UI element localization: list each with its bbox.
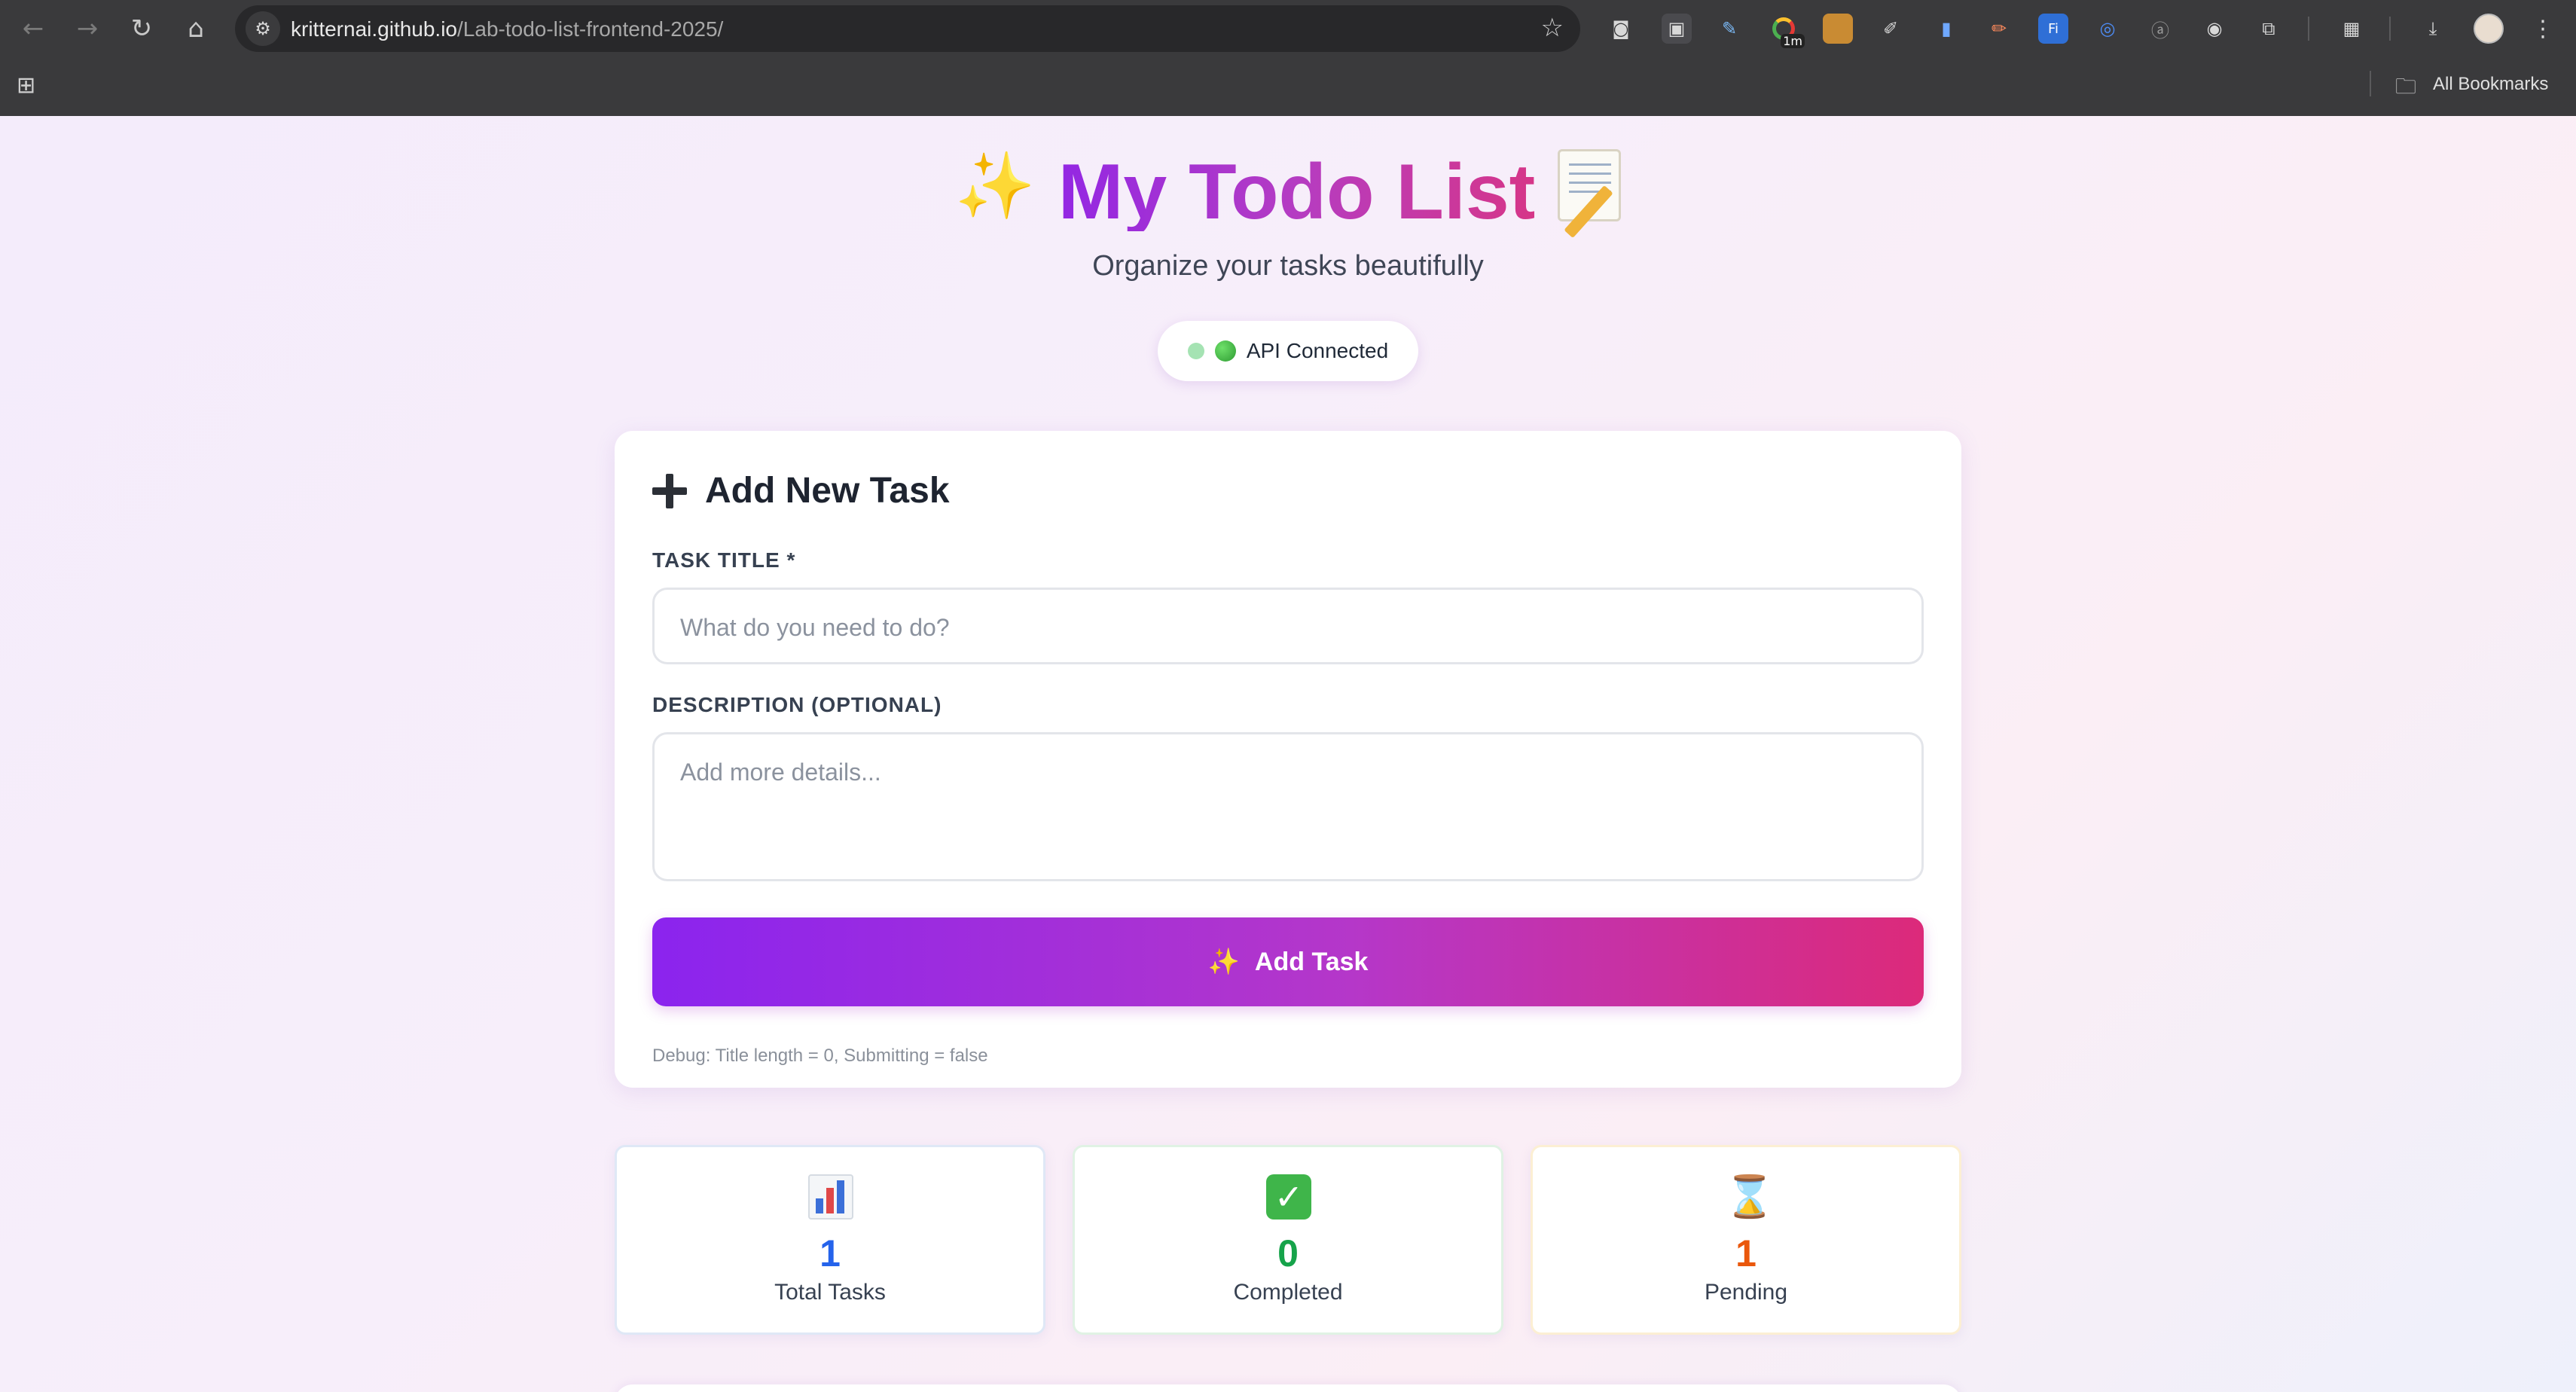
total-tasks-count: 1 [819,1232,841,1274]
sparkles-icon: ✨ [954,148,1036,224]
menu-icon[interactable]: ⋮ [2528,14,2558,44]
page-content: ✨ My Todo List Organize your tasks beaut… [0,116,2576,1392]
stat-card-pending: ⌛ 1 Pending [1531,1145,1961,1335]
api-status-text: API Connected [1246,339,1389,362]
stat-card-total: 1 Total Tasks [615,1145,1045,1335]
sparkles-icon: ✨ [1207,947,1240,977]
folder-icon[interactable]: 🗀 [2395,71,2416,107]
screen-extension-icon[interactable]: ▣ [1662,14,1692,44]
description-textarea[interactable]: Add more details... [652,732,1924,881]
url-text[interactable]: kritternai.github.io/Lab-todo-list-front… [291,17,723,41]
total-tasks-label: Total Tasks [774,1280,886,1305]
bookmark-star-icon[interactable]: ☆ [1541,13,1564,43]
extension-badge: 1m [1781,34,1805,48]
hero-header: ✨ My Todo List Organize your tasks beaut… [0,143,2576,282]
add-task-button-label: Add Task [1254,947,1369,976]
status-dot-icon [1187,343,1204,359]
add-task-card: Add New Task TASK TITLE * What do you ne… [615,431,1961,1088]
bookmarks-bar [0,57,2576,116]
task-title-input[interactable]: What do you need to do? [652,588,1924,664]
browser-toolbar: ← → ↻ ⌂ ⚙ kritternai.github.io/Lab-todo-… [0,0,2576,57]
eyedropper-extension-icon[interactable]: ✐ [1876,14,1906,44]
swirl-extension-icon[interactable]: ◎ [2092,14,2123,44]
green-circle-icon [1214,340,1236,362]
orange-extension-icon[interactable] [1823,14,1853,44]
description-placeholder: Add more details... [680,759,881,786]
home-icon[interactable]: ⌂ [178,11,214,47]
bookmarks-divider [2370,71,2371,96]
pending-label: Pending [1704,1280,1788,1305]
brush-extension-icon[interactable]: ✏ [1984,14,2014,44]
add-task-button[interactable]: ✨ Add Task [652,917,1924,1006]
reload-icon[interactable]: ↻ [124,11,160,47]
toolbar-divider [2308,17,2309,41]
apps-grid-icon[interactable]: ⊞ [17,72,35,99]
task-list-card [615,1384,1961,1392]
hourglass-icon: ⌛ [1724,1173,1775,1220]
debug-text: Debug: Title length = 0, Submitting = fa… [652,1046,988,1066]
doc-extension-icon[interactable]: ▮ [1931,14,1961,44]
page-title: My Todo List [1058,148,1536,236]
description-label: DESCRIPTION (OPTIONAL) [652,693,942,716]
check-mark-icon: ✓ [1266,1174,1311,1220]
address-bar[interactable]: ⚙ kritternai.github.io/Lab-todo-list-fro… [235,5,1580,52]
browser-chrome: ← → ↻ ⌂ ⚙ kritternai.github.io/Lab-todo-… [0,0,2576,116]
bar-chart-icon [808,1174,853,1220]
qr-code-icon[interactable]: ▦ [2336,14,2367,44]
all-bookmarks-link[interactable]: All Bookmarks [2433,74,2548,95]
add-task-heading: Add New Task [652,470,950,511]
page-subtitle: Organize your tasks beautifully [1092,250,1484,282]
url-path: /Lab-todo-list-frontend-2025/ [457,17,724,41]
toolbar-divider [2389,17,2391,41]
plus-icon [652,473,687,508]
timer-extension-icon[interactable]: 1m [1769,14,1805,48]
card-title: Add New Task [705,471,950,511]
download-icon[interactable]: ⤓ [2418,14,2448,44]
extensions-puzzle-icon[interactable]: ⧉ [2254,14,2284,44]
translate-extension-icon[interactable]: Fi [2038,14,2068,44]
site-settings-icon[interactable]: ⚙ [246,11,280,46]
back-arrow-icon[interactable]: ← [15,11,51,47]
memo-icon [1558,149,1622,221]
url-host: kritternai.github.io [291,17,458,41]
completed-label: Completed [1233,1280,1343,1305]
pen-extension-icon[interactable]: ✎ [1714,14,1744,44]
glyph-extension-icon[interactable]: ⓐ [2145,14,2175,44]
pending-count: 1 [1735,1232,1757,1274]
camera-extension-icon[interactable]: ◙ [1606,14,1636,44]
stat-card-completed: ✓ 0 Completed [1073,1145,1503,1335]
forward-arrow-icon[interactable]: → [69,11,105,47]
completed-count: 0 [1277,1232,1299,1274]
task-title-label: TASK TITLE * [652,548,796,572]
profile-avatar[interactable] [2474,14,2504,44]
glasses-extension-icon[interactable]: ◉ [2199,14,2230,44]
api-status-badge: API Connected [1158,321,1418,381]
task-title-placeholder: What do you need to do? [680,614,950,641]
